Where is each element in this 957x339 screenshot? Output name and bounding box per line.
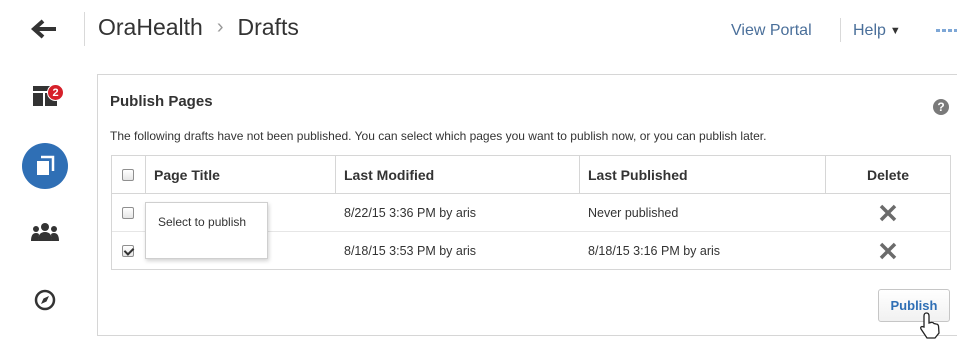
column-divider [335,156,336,194]
delete-cell [826,194,950,231]
delete-cell [826,232,950,269]
last-modified-cell: 8/22/15 3:36 PM by aris [344,205,477,220]
row-checkbox[interactable] [122,206,134,219]
select-to-publish-tooltip: Select to publish [145,202,268,259]
table-header-row: Page Title Last Modified Last Published … [112,156,950,194]
column-header-page-title[interactable]: Page Title [154,156,220,193]
back-arrow-icon [30,19,56,39]
breadcrumb-separator: › [216,16,224,38]
header-link-divider [840,18,841,42]
column-header-delete: Delete [866,166,910,183]
view-portal-link[interactable]: View Portal [731,22,812,40]
pages-icon [37,155,55,175]
rail-item-people[interactable] [25,212,65,252]
help-icon[interactable]: ? [933,99,949,115]
page-title: Drafts [237,14,299,40]
column-divider [579,156,580,194]
panel-title: Publish Pages [110,93,213,110]
top-header: OraHealth › Drafts View Portal Help ▼ [0,0,957,60]
column-divider [145,156,146,194]
breadcrumb-root[interactable]: OraHealth [98,14,203,41]
header-divider [84,12,85,46]
select-all-cell [118,156,138,193]
mouse-pointer-icon [920,312,940,339]
column-header-last-modified[interactable]: Last Modified [344,156,434,193]
last-modified-cell: 8/18/15 3:53 PM by aris [344,243,477,258]
delete-icon[interactable] [878,241,898,261]
select-all-checkbox[interactable] [122,168,134,181]
row-checkbox-checked[interactable] [122,244,134,257]
compass-icon [34,289,56,311]
rail-item-drafts[interactable] [22,143,68,189]
rail-item-navigator[interactable] [25,280,65,320]
back-button[interactable] [30,14,60,44]
breadcrumb: OraHealth › Drafts [98,14,299,41]
help-label: Help [853,22,886,39]
last-published-cell: 8/18/15 3:16 PM by aris [588,243,721,258]
last-published-cell: Never published [588,205,679,220]
panel-description: The following drafts have not been publi… [110,129,767,143]
drafts-count-badge: 2 [47,84,64,101]
column-header-last-published[interactable]: Last Published [588,156,688,193]
row-select-cell [118,232,138,269]
more-options-icon[interactable] [936,28,957,34]
help-menu[interactable]: Help ▼ [853,22,901,40]
people-icon [31,223,59,241]
delete-icon[interactable] [878,203,898,223]
row-select-cell [118,194,138,231]
chevron-down-icon: ▼ [889,25,901,37]
